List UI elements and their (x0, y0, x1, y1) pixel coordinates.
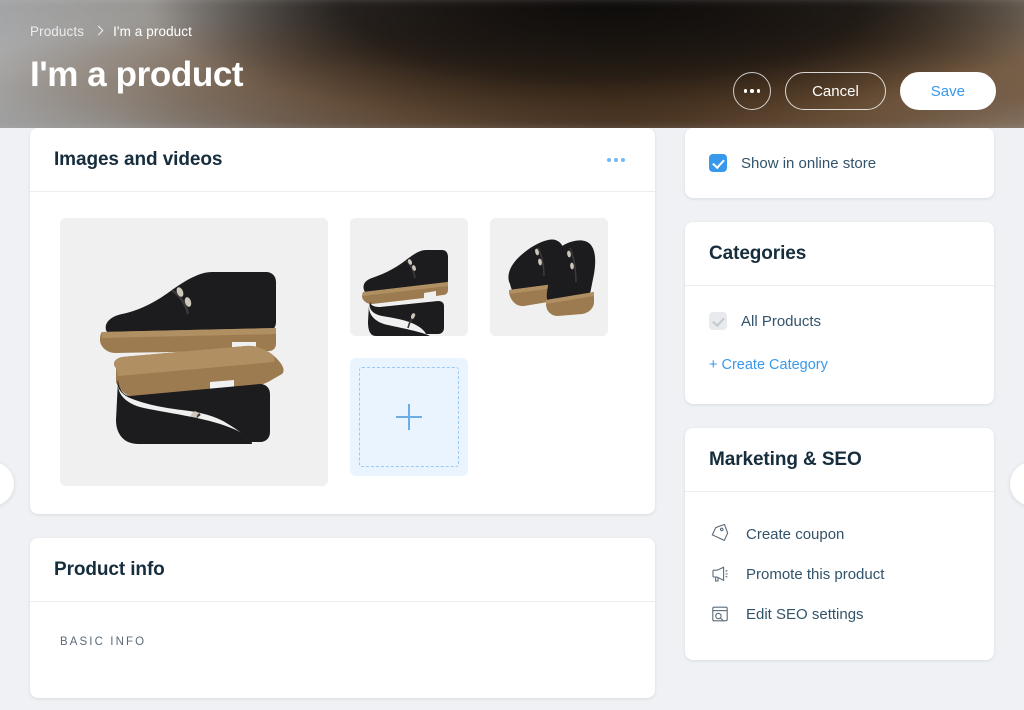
show-in-online-store-row[interactable]: Show in online store (685, 128, 994, 198)
categories-body: All Products + Create Category (685, 286, 994, 404)
ellipsis-icon (607, 158, 611, 162)
category-item-all-products[interactable]: All Products (709, 312, 970, 330)
marketing-seo-list: Create coupon Promote this product (685, 492, 994, 660)
marketing-seo-card: Marketing & SEO Create coupon (685, 428, 994, 660)
coupon-icon (709, 523, 731, 545)
media-card-menu-button[interactable] (601, 152, 631, 168)
save-button[interactable]: Save (900, 72, 996, 110)
product-editor-page: Products I'm a product I'm a product Can… (0, 0, 1024, 710)
create-coupon-label: Create coupon (746, 526, 844, 543)
marketing-seo-header: Marketing & SEO (685, 428, 994, 492)
main-product-image[interactable] (60, 218, 328, 486)
boots-illustration (60, 218, 328, 486)
basic-info-label: BASIC INFO (60, 636, 625, 648)
media-card-header: Images and videos (30, 128, 655, 192)
promote-product-item[interactable]: Promote this product (709, 554, 970, 594)
categories-card: Categories All Products + Create Categor… (685, 222, 994, 404)
images-and-videos-card: Images and videos (30, 128, 655, 514)
thumbnail-row (350, 218, 608, 336)
page-body: Images and videos (0, 128, 1024, 710)
ellipsis-icon (614, 158, 618, 162)
add-media-button[interactable] (350, 358, 468, 476)
edit-seo-settings-item[interactable]: Edit SEO settings (709, 594, 970, 634)
marketing-seo-title: Marketing & SEO (709, 449, 862, 471)
create-coupon-item[interactable]: Create coupon (709, 514, 970, 554)
show-in-online-store-label: Show in online store (741, 155, 876, 172)
category-label: All Products (741, 313, 821, 330)
chevron-right-icon (94, 25, 103, 38)
card-spacer (30, 514, 655, 538)
categories-title: Categories (709, 243, 806, 265)
header-actions: Cancel Save (733, 72, 996, 110)
page-header: Products I'm a product I'm a product Can… (0, 0, 1024, 128)
boots-illustration (350, 218, 468, 336)
visibility-card: Show in online store (685, 128, 994, 198)
sidebar-column: Show in online store Categories All Prod… (685, 128, 994, 710)
thumbnail-column (350, 218, 608, 486)
media-grid (30, 192, 655, 514)
breadcrumb-link-products[interactable]: Products (30, 24, 84, 39)
breadcrumb-current: I'm a product (113, 24, 192, 39)
show-in-online-store-checkbox[interactable] (709, 154, 727, 172)
plus-icon (396, 404, 422, 430)
add-media-dropzone (359, 367, 459, 467)
promote-product-label: Promote this product (746, 566, 884, 583)
category-checkbox (709, 312, 727, 330)
product-info-card: Product info BASIC INFO (30, 538, 655, 698)
product-info-header: Product info (30, 538, 655, 602)
product-thumbnail[interactable] (350, 218, 468, 336)
more-actions-button[interactable] (733, 72, 771, 110)
media-card-title: Images and videos (54, 149, 222, 171)
ellipsis-icon (744, 89, 748, 93)
ellipsis-icon (621, 158, 625, 162)
seo-icon (709, 603, 731, 625)
categories-header: Categories (685, 222, 994, 286)
create-category-link[interactable]: + Create Category (709, 357, 828, 373)
ellipsis-icon (750, 89, 754, 93)
cancel-button[interactable]: Cancel (785, 72, 886, 110)
product-thumbnail[interactable] (490, 218, 608, 336)
breadcrumb: Products I'm a product (30, 22, 994, 40)
product-info-body: BASIC INFO (30, 602, 655, 698)
boots-illustration (490, 218, 608, 336)
edit-seo-settings-label: Edit SEO settings (746, 606, 864, 623)
megaphone-icon (709, 563, 731, 585)
ellipsis-icon (757, 89, 761, 93)
main-column: Images and videos (30, 128, 655, 710)
product-info-title: Product info (54, 559, 165, 581)
